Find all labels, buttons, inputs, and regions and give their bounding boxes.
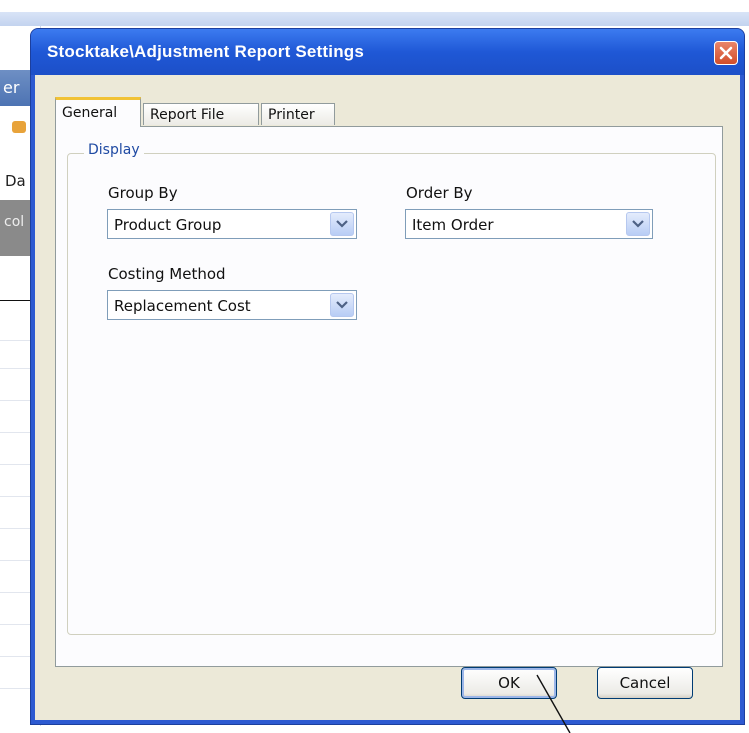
costing-method-value: Replacement Cost	[114, 297, 251, 315]
costing-method-dropdown-button[interactable]	[330, 293, 354, 317]
tab-general[interactable]: General	[55, 97, 141, 127]
dialog-title: Stocktake\Adjustment Report Settings	[47, 42, 365, 61]
cancel-button[interactable]: Cancel	[597, 667, 693, 699]
display-groupbox: Display Group By Product Group Order By …	[67, 142, 716, 635]
tab-report-file[interactable]: Report File	[143, 103, 259, 125]
group-by-select[interactable]: Product Group	[107, 209, 357, 239]
order-by-label: Order By	[406, 184, 473, 202]
group-by-value: Product Group	[114, 216, 222, 234]
background-label-fragment: Da	[5, 172, 26, 190]
ok-button[interactable]: OK	[461, 667, 557, 699]
close-button[interactable]	[714, 41, 738, 65]
order-by-value: Item Order	[412, 216, 494, 234]
background-app-icon	[12, 121, 26, 133]
order-by-dropdown-button[interactable]	[626, 212, 650, 236]
dropdown-arrow-icon	[632, 220, 644, 228]
display-group-title: Display	[84, 142, 144, 158]
dropdown-arrow-icon	[336, 220, 348, 228]
background-top	[0, 0, 749, 12]
report-settings-dialog: Stocktake\Adjustment Report Settings Gen…	[30, 28, 745, 725]
dropdown-arrow-icon	[336, 301, 348, 309]
group-by-label: Group By	[108, 184, 178, 202]
costing-method-select[interactable]: Replacement Cost	[107, 290, 357, 320]
dialog-client-area: General Report File Printer Display Grou…	[35, 75, 740, 720]
costing-method-label: Costing Method	[108, 265, 226, 283]
background-titlebar-band	[0, 12, 749, 26]
order-by-select[interactable]: Item Order	[405, 209, 653, 239]
general-tab-panel: Display Group By Product Group Order By …	[55, 126, 723, 667]
close-icon	[719, 46, 733, 60]
group-by-dropdown-button[interactable]	[330, 212, 354, 236]
tab-printer[interactable]: Printer	[261, 103, 335, 125]
dialog-titlebar[interactable]: Stocktake\Adjustment Report Settings	[31, 29, 744, 75]
